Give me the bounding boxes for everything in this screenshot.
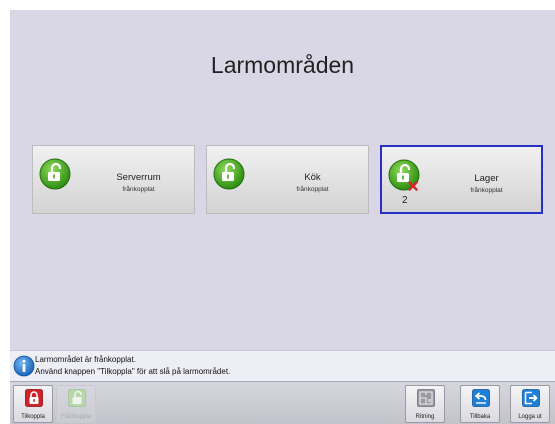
back-label: Tillbaka — [469, 414, 491, 420]
disarm-button[interactable]: Frånkoppla — [56, 385, 96, 423]
area-name: Kök — [304, 172, 321, 183]
area-name: Lager — [474, 173, 499, 184]
arm-button[interactable]: Tilkoppla — [13, 385, 53, 423]
bottom-toolbar: Tilkoppla Frånkoppla Ritning Tillbaka Lo… — [10, 381, 555, 424]
info-message: Larmområdet är frånkopplat. — [35, 355, 136, 364]
open-padlock-icon — [39, 158, 71, 190]
fault-count: 2 — [402, 195, 408, 206]
info-bar: Larmområdet är frånkopplat. Använd knapp… — [10, 350, 555, 381]
area-tile-kok[interactable]: Kök frånkopplat — [206, 145, 369, 214]
logout-button[interactable]: Logga ut — [510, 385, 550, 423]
area-status: frånkopplat — [122, 186, 155, 193]
info-icon — [13, 355, 35, 377]
area-status: frånkopplat — [470, 187, 503, 194]
open-padlock-icon — [68, 389, 86, 407]
open-padlock-icon — [213, 158, 245, 190]
floorplan-icon — [417, 389, 435, 407]
arm-label: Tilkoppla — [21, 414, 45, 420]
alarm-areas-screen: Larmområden Serverrum frånkopplat Kök fr… — [10, 10, 555, 424]
disarm-label: Frånkoppla — [60, 414, 92, 420]
area-tile-serverrum[interactable]: Serverrum frånkopplat — [32, 145, 195, 214]
area-name: Serverrum — [116, 172, 161, 183]
page-title: Larmområden — [210, 52, 355, 78]
info-hint: Använd knappen "Tilkoppla" för att slå p… — [35, 367, 231, 376]
closed-padlock-icon — [25, 389, 43, 407]
logout-label: Logga ut — [518, 414, 542, 420]
area-status: frånkopplat — [296, 186, 329, 193]
view-label: Ritning — [415, 414, 435, 420]
logout-arrow-icon — [522, 389, 540, 407]
back-button[interactable]: Tillbaka — [460, 385, 500, 423]
red-x-icon — [408, 181, 418, 191]
area-tile-lager[interactable]: 2 Lager frånkopplat — [380, 145, 543, 214]
back-arrow-icon — [472, 389, 490, 407]
view-button[interactable]: Ritning — [405, 385, 445, 423]
